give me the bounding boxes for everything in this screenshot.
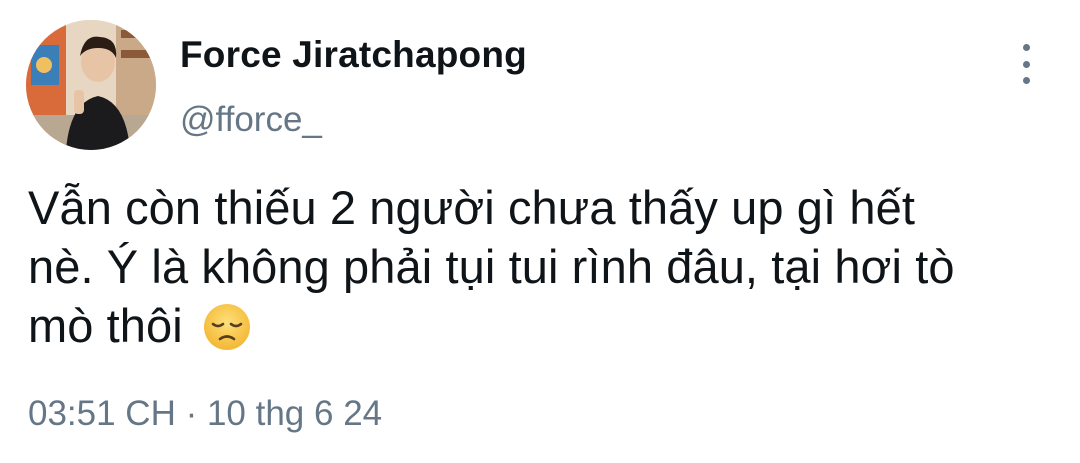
avatar-photo xyxy=(26,20,156,150)
display-name[interactable]: Force Jiratchapong xyxy=(180,34,527,76)
tweet-card: Force Jiratchapong @fforce_ Vẫn còn thiế… xyxy=(0,0,1080,463)
tweet-text-line: mò thôi xyxy=(28,299,183,352)
tweet-text: Vẫn còn thiếu 2 người chưa thấy up gì hế… xyxy=(28,178,1038,365)
tweet-text-line: nè. Ý là không phải tụi tui rình đâu, tạ… xyxy=(28,240,955,293)
more-options-button[interactable] xyxy=(1006,42,1046,86)
avatar[interactable] xyxy=(26,20,156,150)
tweet-timestamp[interactable]: 03:51 CH · 10 thg 6 24 xyxy=(28,394,382,434)
more-vertical-icon-dot xyxy=(1022,60,1030,68)
disappointed-face-icon xyxy=(202,302,252,365)
more-vertical-icon-dot xyxy=(1022,77,1030,84)
more-vertical-icon-dot xyxy=(1022,44,1030,51)
tweet-text-line: Vẫn còn thiếu 2 người chưa thấy up gì hế… xyxy=(28,181,915,234)
user-handle[interactable]: @fforce_ xyxy=(180,100,322,140)
